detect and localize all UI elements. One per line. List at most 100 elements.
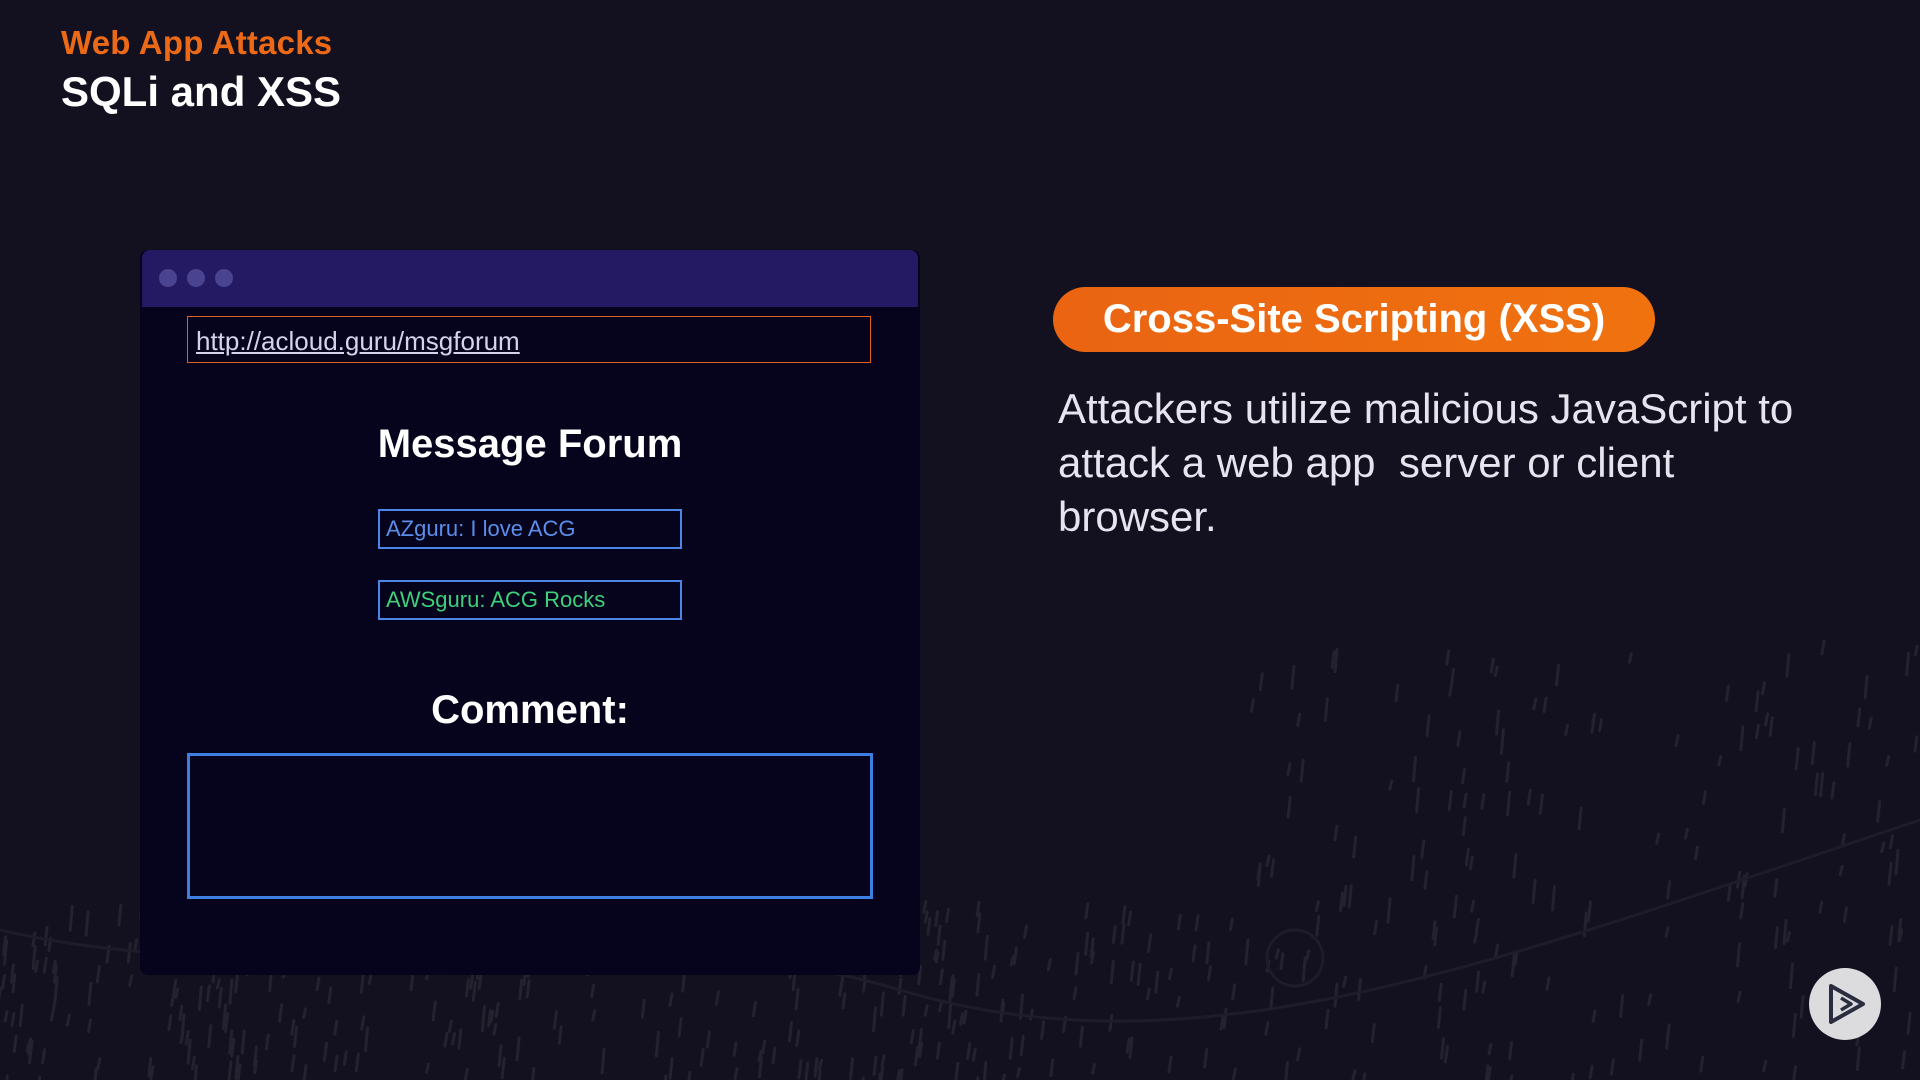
texture-tick [818, 1058, 823, 1071]
texture-tick [68, 904, 74, 932]
texture-tick [51, 959, 57, 975]
texture-tick [1447, 790, 1453, 812]
texture-tick [1724, 684, 1730, 703]
texture-tick [1423, 870, 1429, 890]
texture-tick [52, 995, 58, 1011]
texture-tick [872, 1006, 877, 1033]
texture-tick [1388, 779, 1394, 791]
texture-tick [901, 994, 907, 1017]
texture-tick [1664, 926, 1670, 938]
texture-tick [1780, 807, 1786, 834]
texture-tick [1290, 664, 1296, 690]
texture-tick [951, 1019, 957, 1035]
texture-tick [1538, 793, 1544, 815]
texture-tick [1333, 647, 1339, 674]
texture-tick [1736, 870, 1742, 889]
texture-tick [1830, 781, 1836, 800]
texture-tick [849, 1057, 854, 1080]
texture-tick [1897, 918, 1903, 943]
texture-tick [1510, 952, 1516, 978]
browser-title-bar [142, 250, 918, 307]
texture-tick [1175, 995, 1181, 1008]
texture-tick [714, 990, 720, 1006]
texture-tick [600, 1047, 606, 1075]
address-url[interactable]: http://acloud.guru/msgforum [196, 326, 520, 357]
texture-tick [184, 1030, 190, 1046]
texture-tick [1386, 897, 1392, 924]
texture-tick [18, 1003, 24, 1028]
texture-tick [880, 1054, 886, 1067]
texture-tick [1846, 742, 1852, 768]
texture-tick [1555, 663, 1560, 687]
texture-tick [1342, 975, 1348, 988]
texture-tick [1136, 962, 1142, 987]
texture-tick [359, 974, 365, 994]
texture-tick [464, 978, 470, 998]
texture-tick [278, 1003, 284, 1023]
texture-tick [971, 1048, 977, 1062]
texture-tick [1339, 891, 1344, 913]
window-dot-icon [187, 269, 205, 287]
texture-tick [1532, 697, 1538, 711]
texture-tick [2, 935, 8, 957]
play-button[interactable] [1809, 968, 1881, 1040]
texture-tick [976, 912, 982, 934]
texture-tick [795, 1029, 801, 1047]
texture-tick [253, 1059, 259, 1075]
texture-tick [941, 939, 947, 961]
texture-tick [1323, 697, 1329, 722]
texture-tick [879, 1065, 885, 1080]
texture-tick [333, 1055, 339, 1073]
texture-tick [945, 907, 950, 924]
texture-tick [1590, 717, 1596, 734]
texture-tick [552, 1010, 558, 1030]
texture-tick [1154, 970, 1160, 994]
texture-tick [1810, 741, 1816, 765]
texture-tick [1394, 683, 1400, 703]
texture-tick [813, 1057, 819, 1078]
comment-label: Comment: [431, 688, 629, 732]
texture-tick [1739, 902, 1745, 920]
texture-tick [197, 985, 203, 1012]
texture-tick [1665, 1023, 1671, 1041]
texture-tick [487, 1009, 493, 1028]
texture-tick [1761, 681, 1766, 696]
address-bar[interactable]: http://acloud.guru/msgforum [187, 316, 871, 363]
texture-tick [1856, 707, 1862, 728]
comment-input[interactable] [187, 753, 873, 899]
texture-tick [1028, 1008, 1034, 1021]
texture-tick [179, 1030, 185, 1044]
texture-tick [1571, 1072, 1575, 1080]
texture-tick [354, 1052, 360, 1072]
texture-tick [677, 1017, 683, 1038]
texture-tick [1717, 754, 1723, 767]
texture-tick [230, 1037, 236, 1058]
texture-tick [1494, 943, 1500, 958]
texture-tick [1842, 906, 1848, 923]
texture-tick [1505, 761, 1511, 783]
texture-tick [34, 959, 40, 973]
texture-tick [1422, 965, 1428, 980]
texture-tick [1147, 933, 1153, 953]
texture-tick [1244, 938, 1250, 966]
texture-tick [1461, 767, 1467, 785]
texture-tick [1265, 959, 1271, 973]
texture-tick [323, 1041, 328, 1062]
texture-tick [95, 964, 101, 984]
texture-tick [878, 1072, 882, 1080]
texture-tick [1508, 1041, 1514, 1061]
texture-tick [1301, 956, 1307, 982]
texture-tick [1901, 1050, 1906, 1070]
texture-tick [982, 1061, 988, 1080]
texture-tick [1577, 806, 1583, 831]
texture-tick [1352, 835, 1358, 859]
texture-tick [1347, 884, 1353, 909]
texture-tick [914, 1046, 919, 1067]
texture-tick [290, 1054, 296, 1073]
texture-tick [1499, 728, 1505, 755]
texture-tick [1880, 841, 1886, 854]
texture-tick [788, 1021, 793, 1043]
texture-tick [668, 992, 674, 1007]
texture-tick [751, 1001, 757, 1018]
texture-tick [1906, 1011, 1912, 1035]
